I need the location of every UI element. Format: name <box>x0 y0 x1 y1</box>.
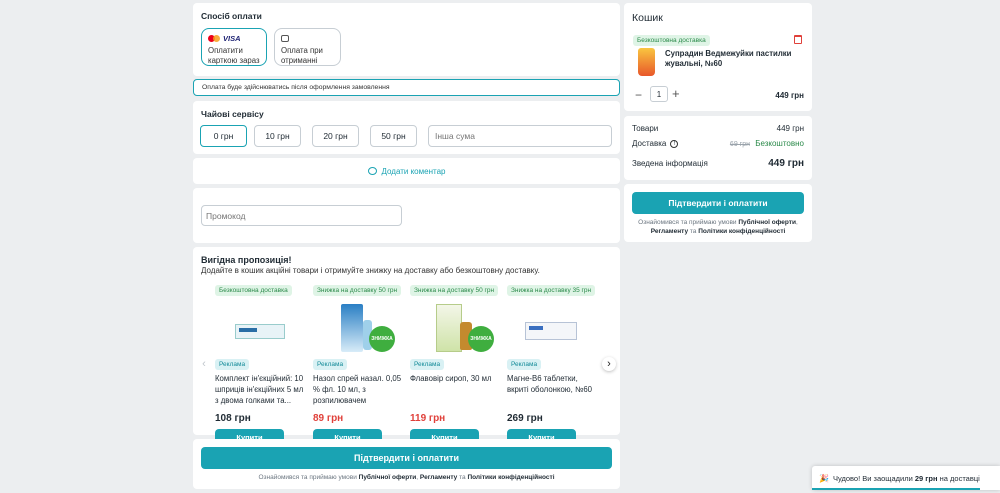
cart-confirm-pay-button[interactable]: Підтвердити і оплатити <box>632 192 804 214</box>
toast-text: Чудово! Ви заощадили 29 грн на доставці <box>833 474 980 483</box>
payment-title: Спосіб оплати <box>201 11 262 21</box>
trash-icon[interactable] <box>794 35 802 44</box>
tips-title: Чайові сервісу <box>201 109 264 119</box>
toast-prefix: Чудово! Ви заощадили <box>832 473 915 483</box>
qty-plus-button[interactable]: + <box>672 86 680 101</box>
delivery-row: Доставка ! 69 грн Безкоштовно <box>632 139 804 148</box>
summary-total: 449 грн <box>768 158 804 169</box>
tip-option-50[interactable]: 50 грн <box>370 125 417 147</box>
product-price: 89 грн <box>313 413 344 424</box>
bottom-terms: Ознайомився та приймаю умови Публічної о… <box>193 474 620 481</box>
offer-product[interactable]: Знижка на доставку 50 грн ЗНИЖКА Реклама… <box>410 284 502 445</box>
cart-item-price: 449 грн <box>775 91 804 100</box>
info-icon[interactable]: ! <box>670 139 679 148</box>
tip-option-20[interactable]: 20 грн <box>312 125 359 147</box>
product-name: Флавовір сироп, 30 мл <box>410 374 492 383</box>
offer-product[interactable]: Знижка на доставку 50 грн ЗНИЖКА Реклама… <box>313 284 405 445</box>
ad-badge: Реклама <box>410 359 445 370</box>
product-name: Назол спрей назал. 0,05 % фл. 10 мл, з р… <box>313 374 402 405</box>
privacy-link[interactable]: Політики конфіденційності <box>467 474 554 481</box>
supradin-image <box>638 48 655 76</box>
pay-cod-option[interactable]: Оплата при отриманні <box>274 28 341 66</box>
cart-terms-prefix: Ознайомився та приймаю умови <box>638 219 739 226</box>
pay-card-option[interactable]: VISA Оплатити карткою зараз <box>201 28 267 66</box>
offer-product[interactable]: Знижка на доставку 35 грн Реклама Магне-… <box>507 284 599 445</box>
pay-card-label: Оплатити карткою зараз <box>208 46 260 65</box>
cart-offer-link[interactable]: Публічної оферти <box>738 219 796 226</box>
toast-progress-bar <box>812 488 980 490</box>
promo-input[interactable] <box>201 205 402 226</box>
offer-link[interactable]: Публічної оферти <box>359 474 417 481</box>
comment-card[interactable]: Додати коментар <box>193 158 620 184</box>
offers-subtitle: Додайте в кошик акційні товари і отримуй… <box>201 266 540 275</box>
mastercard-icon <box>208 35 220 42</box>
product-name: Магне-В6 таблетки, вкриті оболонкою, №60 <box>507 374 593 394</box>
cart-free-delivery-badge: Безкоштовна доставка <box>633 35 710 46</box>
delivery-label: Доставка <box>632 139 667 148</box>
payment-card: Спосіб оплати VISA Оплатити карткою зара… <box>193 3 620 76</box>
delivery-old-price: 69 грн <box>729 141 750 148</box>
product-badge: Знижка на доставку 50 грн <box>410 285 499 296</box>
ad-badge: Реклама <box>215 359 250 370</box>
qty-value[interactable]: 1 <box>650 86 668 102</box>
discount-sticker: ЗНИЖКА <box>468 326 494 352</box>
cart-terms: Ознайомився та приймаю умови Публічної о… <box>638 219 798 235</box>
cart-privacy-link[interactable]: Політики конфіденційності <box>698 228 785 235</box>
offer-product[interactable]: Безкоштовна доставка Реклама Комплект ін… <box>215 284 307 445</box>
payment-notice: Оплата буде здійснюватись після оформлен… <box>193 79 620 96</box>
product-price: 108 грн <box>215 413 251 424</box>
comment-icon <box>367 167 377 175</box>
discount-sticker: ЗНИЖКА <box>369 326 395 352</box>
goods-value: 449 грн <box>776 124 804 133</box>
summary-label: Зведена інформація <box>632 159 708 168</box>
product-name: Комплект ін'єкційний: 10 шприців ін'єкці… <box>215 374 304 405</box>
tip-option-10[interactable]: 10 грн <box>254 125 301 147</box>
carousel-prev-arrow[interactable]: ‹ <box>197 357 211 371</box>
magne-b6-image <box>507 300 599 358</box>
product-price: 119 грн <box>410 413 446 424</box>
cart-item-name[interactable]: Супрадин Ведмежуйки пастилки жувальні, №… <box>665 49 795 69</box>
party-icon: 🎉 <box>819 473 829 483</box>
qty-minus-button[interactable]: − <box>635 88 642 102</box>
payment-notice-text: Оплата буде здійснюватись після оформлен… <box>202 84 390 91</box>
savings-toast: 🎉 Чудово! Ви заощадили 29 грн на доставц… <box>812 466 1000 490</box>
flavovir-syrup-image: ЗНИЖКА <box>410 300 502 358</box>
toast-suffix: на доставці <box>937 473 980 483</box>
goods-row: Товари 449 грн <box>632 124 804 133</box>
ad-badge: Реклама <box>313 359 348 370</box>
cart-regulations-link[interactable]: Регламенту <box>651 228 688 235</box>
terms-prefix: Ознайомився та приймаю умови <box>258 474 359 481</box>
product-price: 269 грн <box>507 413 543 424</box>
cart-terms-and: та <box>688 228 699 235</box>
wallet-icon <box>281 35 289 42</box>
product-badge: Знижка на доставку 35 грн <box>507 285 596 296</box>
delivery-free: Безкоштовно <box>755 139 804 148</box>
pay-cod-label: Оплата при отриманні <box>281 46 323 65</box>
offers-title: Вигідна пропозиція! <box>201 255 292 265</box>
product-badge: Безкоштовна доставка <box>215 285 292 296</box>
syringe-kit-image <box>215 300 307 358</box>
ad-badge: Реклама <box>507 359 542 370</box>
product-badge: Знижка на доставку 50 грн <box>313 285 402 296</box>
visa-logo: VISA <box>223 34 241 43</box>
add-comment-label: Додати коментар <box>381 166 446 176</box>
carousel-next-arrow[interactable]: › <box>602 357 616 371</box>
tip-custom-input[interactable] <box>428 125 612 147</box>
tip-option-0[interactable]: 0 грн <box>200 125 247 147</box>
goods-label: Товари <box>632 124 659 133</box>
regulations-link[interactable]: Регламенту <box>420 474 457 481</box>
summary-row: Зведена інформація 449 грн <box>632 158 804 169</box>
confirm-pay-button[interactable]: Підтвердити і оплатити <box>201 447 612 469</box>
toast-amount: 29 грн <box>914 473 938 483</box>
cart-title: Кошик <box>632 12 663 24</box>
nasol-spray-image: ЗНИЖКА <box>313 300 405 358</box>
terms-and: та <box>457 474 468 481</box>
